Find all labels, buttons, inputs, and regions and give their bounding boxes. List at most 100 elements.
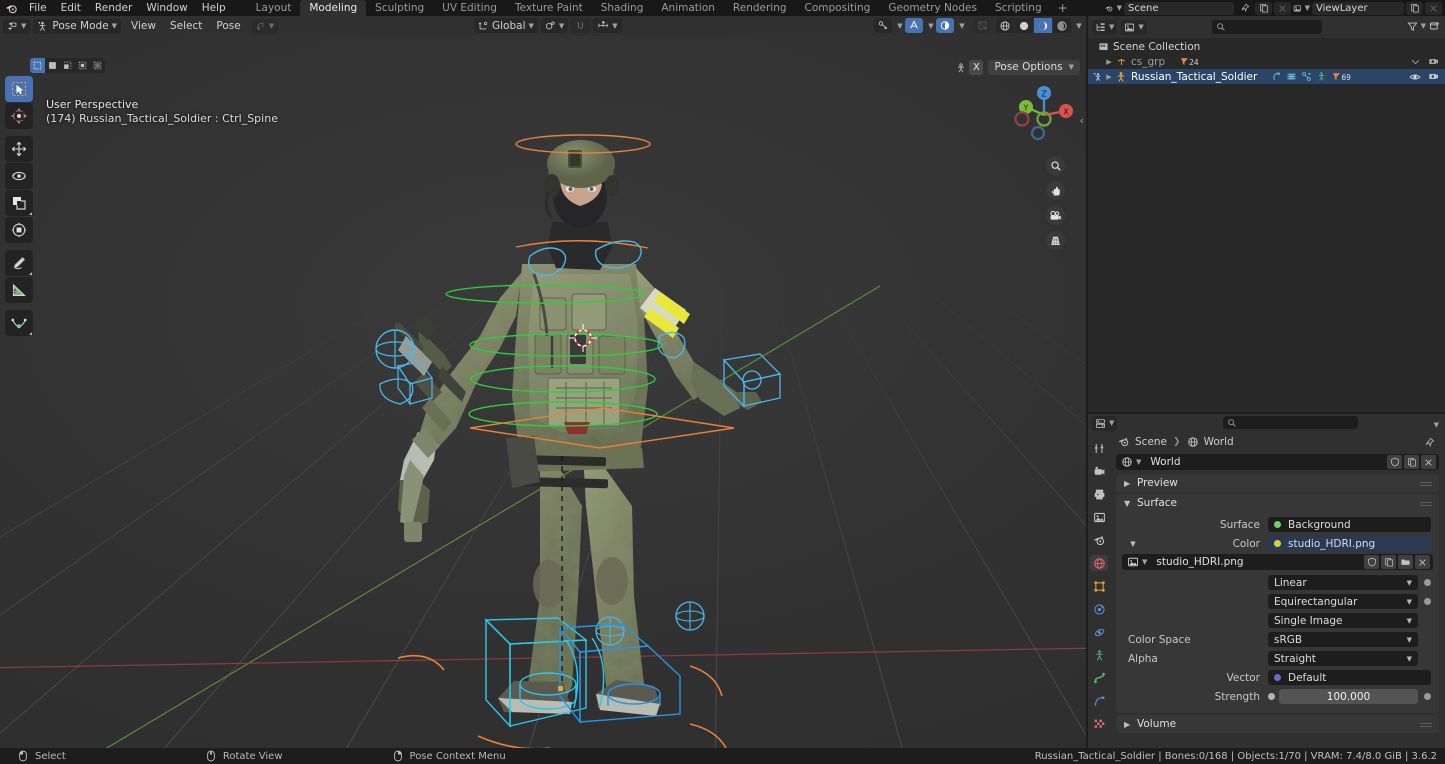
tool-scale-icon[interactable] — [5, 190, 33, 216]
shading-wireframe-icon[interactable] — [973, 18, 991, 33]
strength-slider[interactable]: 100.000 — [1279, 689, 1418, 704]
workspace-tab-compositing[interactable]: Compositing — [796, 0, 880, 16]
unlink-world-icon[interactable] — [1421, 455, 1436, 469]
scene-delete-icon[interactable] — [1274, 2, 1291, 15]
pose-copy-icon[interactable] — [952, 60, 969, 75]
panel-volume[interactable]: ▶ Volume — [1116, 715, 1439, 733]
shading-solid-mode-icon[interactable] — [1015, 18, 1033, 33]
properties-options-chevron-icon[interactable]: ▼ — [1431, 417, 1439, 430]
pose-library-selector[interactable]: ▼ — [252, 19, 278, 34]
tool-transform-icon[interactable] — [5, 217, 33, 243]
properties-tab-object-data[interactable] — [1090, 693, 1108, 709]
workspace-tab-texture-paint[interactable]: Texture Paint — [506, 0, 592, 16]
zoom-view-icon[interactable] — [1046, 156, 1065, 175]
select-subtract-icon[interactable] — [60, 58, 75, 73]
interaction-mode-selector[interactable]: Pose Mode ▼ — [33, 19, 121, 34]
properties-tab-texture[interactable] — [1090, 716, 1108, 732]
properties-tab-scene[interactable] — [1090, 532, 1108, 548]
viewport-menu-view[interactable]: View — [124, 19, 163, 34]
breadcrumb-world-label[interactable]: World — [1204, 436, 1234, 448]
properties-search-input[interactable] — [1223, 416, 1358, 429]
workspace-tab-sculpting[interactable]: Sculpting — [366, 0, 433, 16]
snap-toggle[interactable] — [571, 18, 590, 33]
world-browse-icon[interactable]: ▼ — [1119, 456, 1143, 468]
world-name-field[interactable]: World — [1143, 454, 1387, 470]
surface-shader-field[interactable]: Background — [1268, 517, 1431, 532]
panel-drag-grip[interactable] — [1420, 480, 1432, 486]
show-gizmo-icon[interactable] — [874, 18, 892, 33]
properties-tab-physics[interactable] — [1090, 647, 1108, 663]
workspace-tab-rendering[interactable]: Rendering — [724, 0, 796, 16]
scene-name-field[interactable]: Scene — [1124, 2, 1234, 15]
menu-edit[interactable]: Edit — [54, 0, 88, 16]
pose-options-button[interactable]: Pose Options ▼ — [988, 60, 1080, 75]
animate-property-dot[interactable] — [1424, 598, 1431, 605]
panel-surface-header[interactable]: ▼ Surface — [1116, 494, 1439, 512]
shading-material-preview-icon[interactable] — [1034, 18, 1052, 33]
select-extend-icon[interactable] — [45, 58, 60, 73]
color-expand-triangle-icon[interactable]: ▼ — [1124, 540, 1142, 548]
viewport-sidebar-toggle[interactable]: ‹ — [1080, 114, 1084, 127]
overlays-dropdown-icon[interactable]: ▼ — [924, 18, 935, 33]
fake-user-shield-icon[interactable] — [1364, 555, 1379, 569]
tool-cursor-icon[interactable] — [5, 103, 33, 129]
view-layer-name-field[interactable]: ViewLayer — [1312, 2, 1404, 15]
unlink-image-icon[interactable] — [1415, 555, 1430, 569]
viewport-menu-pose[interactable]: Pose — [209, 19, 247, 34]
properties-tab-tool[interactable] — [1090, 440, 1108, 456]
outliner-new-collection-icon[interactable] — [1429, 20, 1441, 32]
properties-tab-modifiers[interactable] — [1090, 601, 1108, 617]
outliner-search-input[interactable] — [1212, 20, 1322, 34]
add-workspace-button[interactable]: + — [1051, 0, 1075, 16]
view-layer-delete-icon[interactable] — [1425, 2, 1442, 15]
image-browse-icon[interactable]: ▼ — [1125, 556, 1149, 568]
workspace-tab-layout[interactable]: Layout — [247, 0, 301, 16]
texture-name-value[interactable]: studio_HDRI.png — [1149, 556, 1364, 568]
transform-orientation-selector[interactable]: Global ▼ — [474, 18, 538, 33]
menu-render[interactable]: Render — [88, 0, 139, 16]
xray-toggle-icon[interactable] — [936, 18, 954, 33]
workspace-tab-animation[interactable]: Animation — [652, 0, 724, 16]
properties-editor-type-icon[interactable]: ▼ — [1092, 416, 1117, 431]
fake-user-shield-icon[interactable] — [1387, 455, 1402, 469]
viewport-canvas[interactable]: User Perspective (174) Russian_Tactical_… — [0, 36, 1086, 748]
tool-move-icon[interactable] — [5, 136, 33, 162]
disable-in-renders-icon[interactable] — [1428, 56, 1439, 67]
toggle-camera-view-icon[interactable] — [1046, 206, 1065, 225]
disable-in-renders-icon[interactable] — [1428, 71, 1439, 82]
outliner-filter-icon[interactable]: ▼ — [1407, 21, 1426, 32]
scene-new-icon[interactable] — [1255, 2, 1272, 15]
shading-wireframe-mode-icon[interactable] — [996, 18, 1014, 33]
select-intersect-icon[interactable] — [75, 58, 90, 73]
toggle-perspective-ortho-icon[interactable] — [1046, 231, 1065, 250]
panel-drag-grip[interactable] — [1420, 500, 1432, 506]
workspace-tab-uv-editing[interactable]: UV Editing — [433, 0, 506, 16]
outliner-editor-type-icon[interactable]: ▼ — [1092, 20, 1117, 35]
menu-help[interactable]: Help — [195, 0, 233, 16]
outliner-row-scene-collection[interactable]: Scene Collection — [1088, 39, 1445, 54]
color-space-select[interactable]: sRGB ▼ — [1268, 632, 1418, 647]
workspace-tab-scripting[interactable]: Scripting — [986, 0, 1051, 16]
xray-dropdown-icon[interactable]: ▼ — [955, 18, 966, 33]
view-layer-browse-icon[interactable]: ▼ — [1293, 2, 1310, 15]
scene-browse-icon[interactable]: ▼ — [1105, 2, 1122, 15]
menu-file[interactable]: File — [22, 0, 54, 16]
animate-property-dot[interactable] — [1424, 693, 1431, 700]
workspace-tab-shading[interactable]: Shading — [592, 0, 653, 16]
projection-select[interactable]: Equirectangular ▼ — [1268, 594, 1418, 609]
source-select[interactable]: Single Image ▼ — [1268, 613, 1418, 628]
scene-pin-icon[interactable] — [1236, 2, 1253, 15]
panel-preview[interactable]: ▶ Preview — [1116, 474, 1439, 492]
collapse-chevron-icon[interactable] — [1410, 56, 1421, 67]
properties-tab-world[interactable] — [1090, 555, 1108, 571]
navigation-gizmo[interactable]: X Y Z — [1012, 81, 1076, 145]
tool-tweak-icon[interactable] — [5, 76, 33, 102]
outliner-row-cs-grp[interactable]: ▶ cs_grp 24 — [1088, 54, 1445, 69]
shading-dropdown-icon[interactable]: ▼ — [1072, 18, 1083, 33]
open-image-folder-icon[interactable] — [1398, 555, 1413, 569]
outliner-display-mode-icon[interactable]: ▼ — [1121, 20, 1146, 35]
properties-tab-view-layer[interactable] — [1090, 509, 1108, 525]
new-image-icon[interactable] — [1381, 555, 1396, 569]
pose-mirror-x-toggle[interactable]: X — [969, 60, 983, 75]
outliner-row-russian-tactical-soldier[interactable]: ▶ Russian_Tactical_Soldier — [1088, 69, 1445, 84]
